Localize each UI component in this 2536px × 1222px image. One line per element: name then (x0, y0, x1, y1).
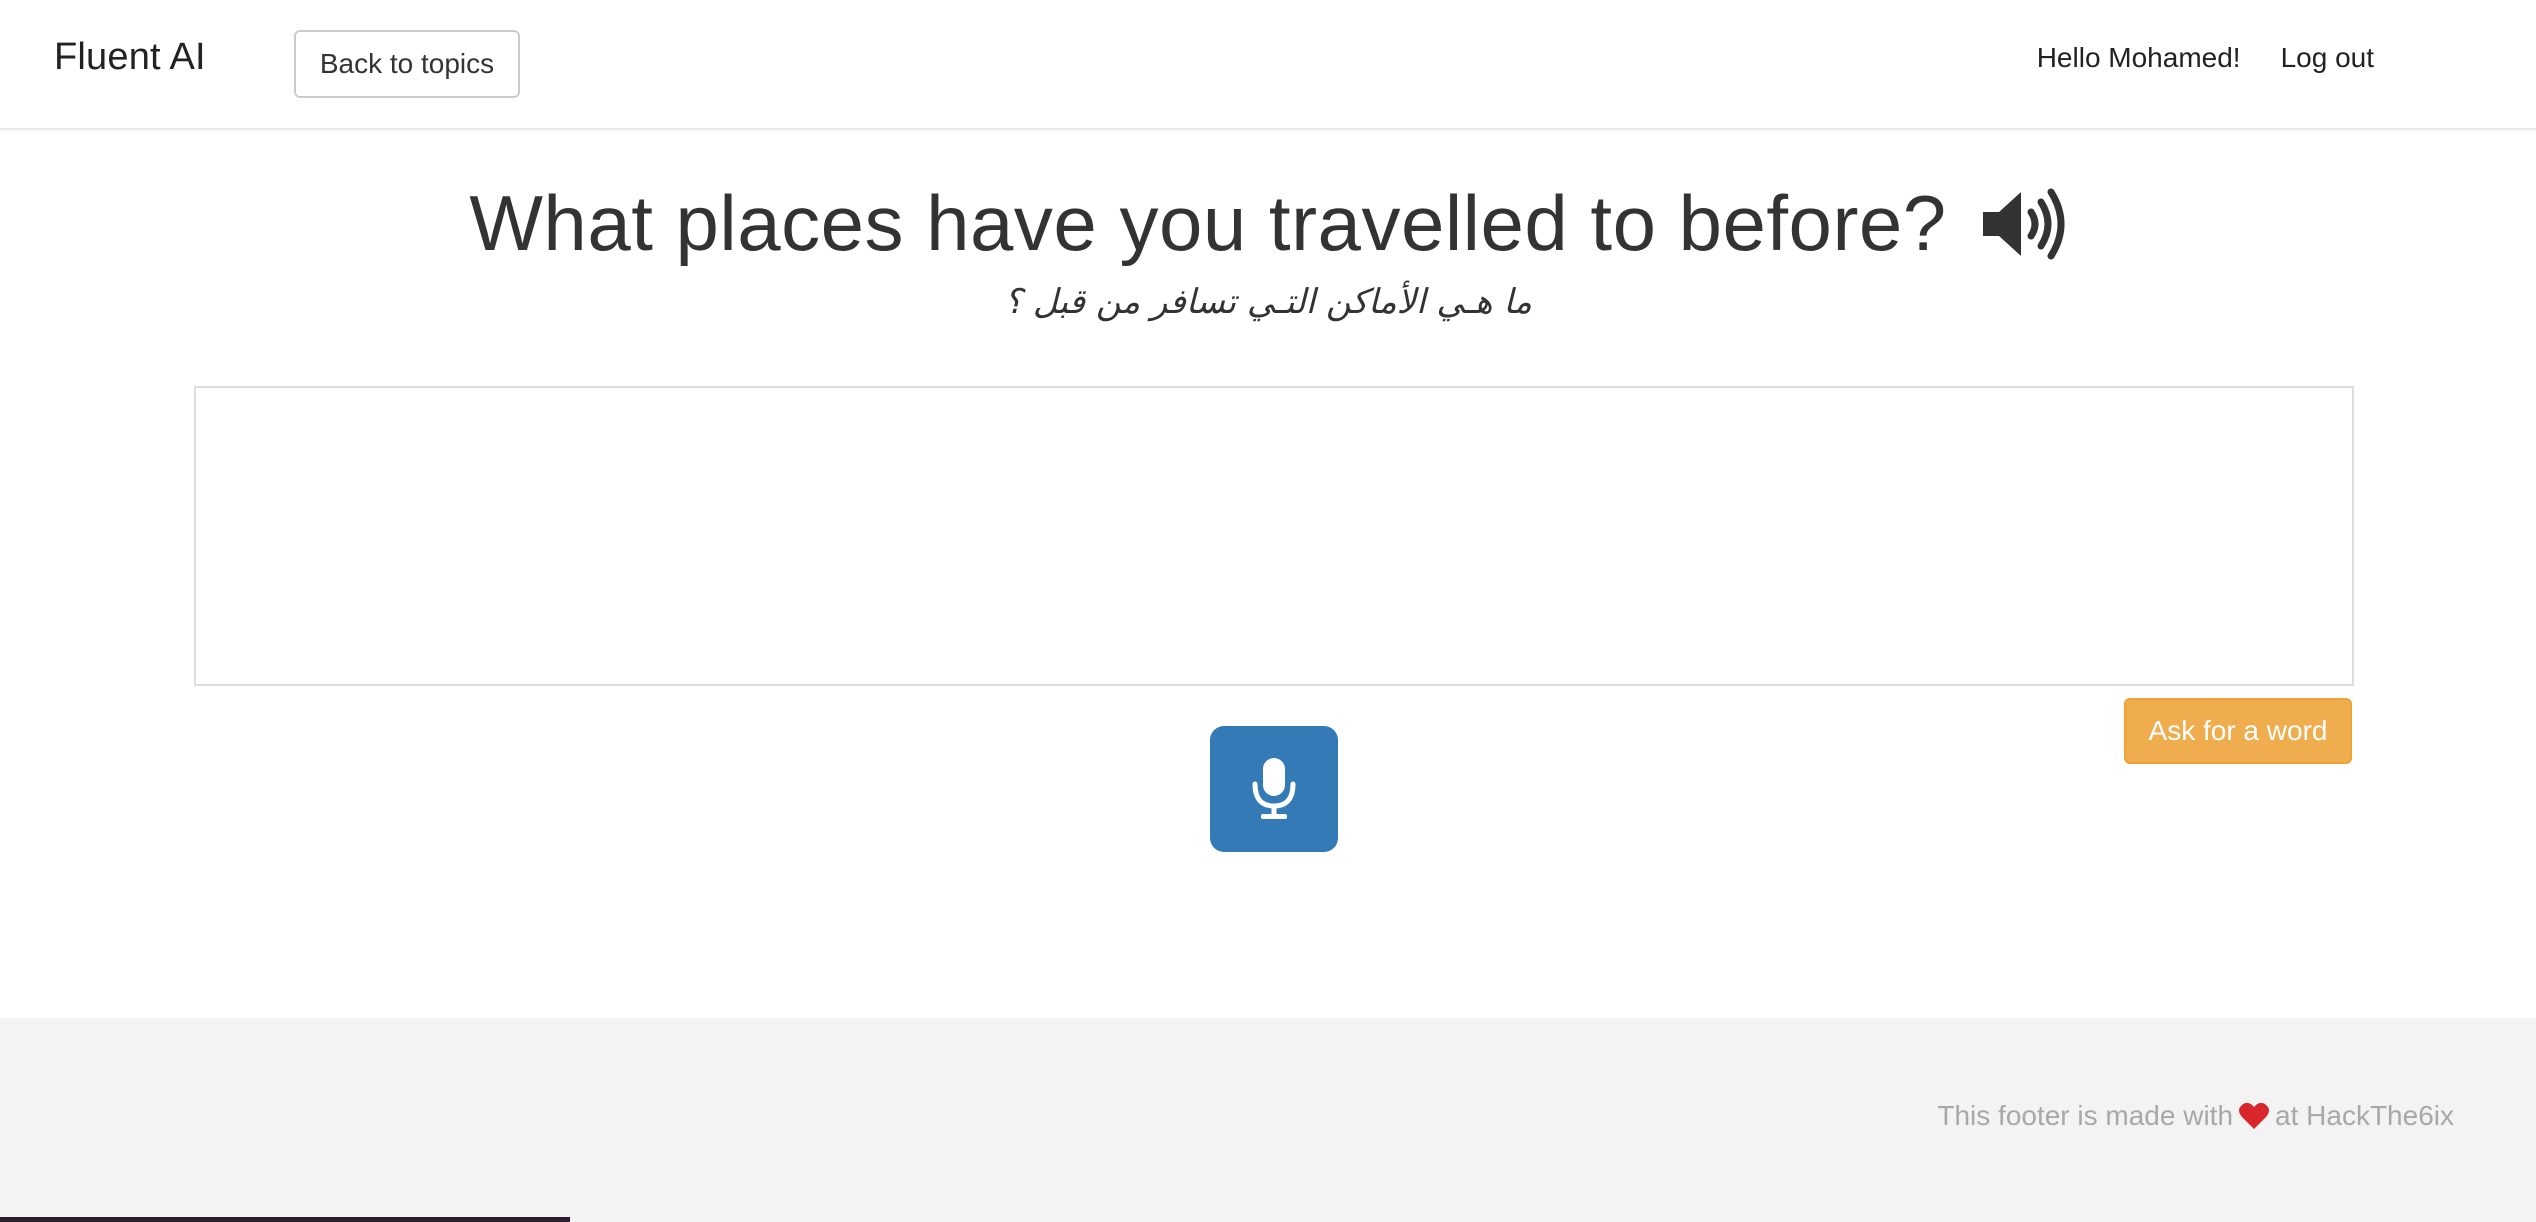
microphone-icon (1252, 758, 1296, 819)
logout-link[interactable]: Log out (2281, 42, 2374, 74)
question-heading: What places have you travelled to before… (0, 178, 2536, 269)
window-bottom-bar (0, 1217, 570, 1222)
top-navbar: Fluent AI Back to topics Hello Mohamed! … (0, 0, 2536, 130)
user-menu: Hello Mohamed! Log out (2037, 42, 2374, 74)
page-footer: This footer is made with at HackThe6ix (0, 1018, 2536, 1222)
heart-icon (2239, 1102, 2270, 1129)
footer-credit: This footer is made with at HackThe6ix (1937, 1100, 2454, 1132)
ask-for-word-button[interactable]: Ask for a word (2124, 698, 2352, 764)
brand-logo[interactable]: Fluent AI (54, 36, 206, 79)
question-text: What places have you travelled to before… (469, 179, 1947, 267)
question-translation: ما هـي الأماكن التـي تسافر من قبل ؟ (1004, 282, 1532, 322)
speaker-volume-icon[interactable] (1981, 184, 2067, 264)
microphone-button[interactable] (1210, 726, 1338, 852)
greeting-text: Hello Mohamed! (2036, 42, 2241, 73)
footer-prefix: This footer is made with (1937, 1100, 2234, 1131)
back-to-topics-button[interactable]: Back to topics (294, 30, 520, 98)
answer-textarea[interactable] (194, 386, 2354, 686)
footer-suffix: at HackThe6ix (2275, 1100, 2454, 1131)
